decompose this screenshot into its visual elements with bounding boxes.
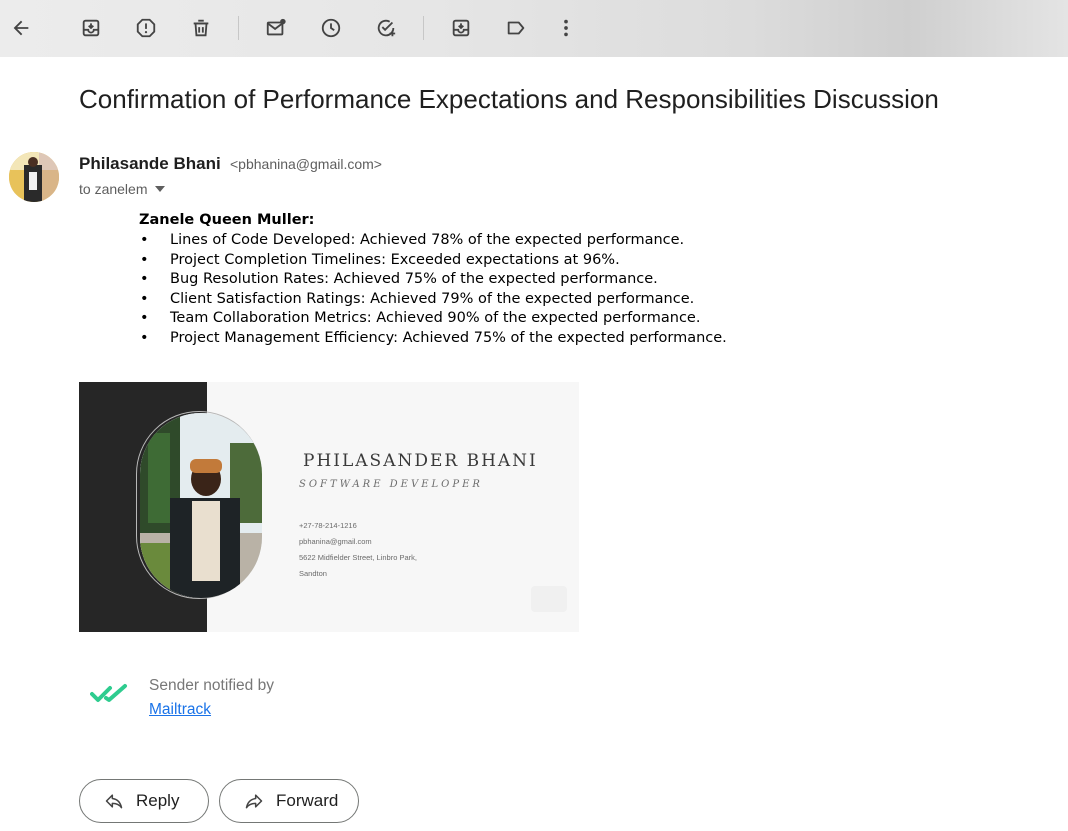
bullet-point: • xyxy=(140,290,149,307)
list-item: • Client Satisfaction Ratings: Achieved 7… xyxy=(139,290,727,310)
message-toolbar xyxy=(0,0,1068,57)
toolbar-divider xyxy=(423,16,424,40)
back-arrow-icon[interactable] xyxy=(5,12,37,44)
list-item-text: Client Satisfaction Ratings: Achieved 79… xyxy=(170,290,695,307)
list-item: • Lines of Code Developed: Achieved 78% o… xyxy=(139,231,727,251)
move-to-icon[interactable] xyxy=(445,12,477,44)
email-body: Zanele Queen Muller: • Lines of Code Deve… xyxy=(139,212,727,349)
card-address-line1: 5622 Midfielder Street, Linbro Park, xyxy=(299,553,417,562)
list-item-text: Project Completion Timelines: Exceeded e… xyxy=(170,251,620,268)
bullet-point: • xyxy=(140,310,149,327)
sender-avatar[interactable] xyxy=(9,152,59,202)
add-task-icon[interactable] xyxy=(370,12,402,44)
label-icon[interactable] xyxy=(500,12,532,44)
bullet-point: • xyxy=(140,232,149,248)
performance-list: • Lines of Code Developed: Achieved 78% o… xyxy=(139,231,727,349)
sender-name[interactable]: Philasande Bhani xyxy=(79,154,221,174)
double-check-icon xyxy=(90,684,127,702)
toolbar-divider xyxy=(238,16,239,40)
body-heading: Zanele Queen Muller: xyxy=(139,212,315,228)
email-subject: Confirmation of Performance Expectations… xyxy=(79,84,939,114)
list-item-text: Project Management Efficiency: Achieved … xyxy=(170,329,727,346)
archive-icon[interactable] xyxy=(75,12,107,44)
mailtrack-notice: Sender notified by xyxy=(149,677,274,694)
bullet-point: • xyxy=(140,271,149,288)
card-address-line2: Sandton xyxy=(299,569,327,578)
sender-email: <pbhanina@gmail.com> xyxy=(230,156,382,172)
more-vert-icon[interactable] xyxy=(550,12,582,44)
card-portrait-photo xyxy=(140,413,262,598)
mark-unread-icon[interactable] xyxy=(260,12,292,44)
card-faint-mark xyxy=(531,586,567,612)
list-item-text: Lines of Code Developed: Achieved 78% of… xyxy=(170,232,685,248)
bullet-point: • xyxy=(140,251,149,268)
recipients-line: to zanelem xyxy=(79,181,166,197)
snooze-icon[interactable] xyxy=(315,12,347,44)
reply-icon xyxy=(105,794,123,809)
forward-icon xyxy=(245,794,263,809)
recipients-text: to zanelem xyxy=(79,181,148,197)
reply-button[interactable]: Reply xyxy=(79,779,209,823)
list-item-text: Team Collaboration Metrics: Achieved 90%… xyxy=(170,310,701,327)
card-phone: +27-78-214-1216 xyxy=(299,521,357,530)
list-item-text: Bug Resolution Rates: Achieved 75% of th… xyxy=(170,271,658,288)
list-item: • Project Completion Timelines: Exceeded … xyxy=(139,251,727,271)
business-card-image[interactable]: PHILASANDER BHANI SOFTWARE DEVELOPER +27… xyxy=(79,382,579,632)
card-email: pbhanina@gmail.com xyxy=(299,537,372,546)
forward-button[interactable]: Forward xyxy=(219,779,359,823)
report-spam-icon[interactable] xyxy=(130,12,162,44)
delete-icon[interactable] xyxy=(185,12,217,44)
forward-label: Forward xyxy=(276,791,339,810)
recipient-details-caret-icon[interactable] xyxy=(155,186,166,192)
reply-label: Reply xyxy=(136,791,180,810)
bullet-point: • xyxy=(140,329,149,346)
list-item: • Project Management Efficiency: Achieved… xyxy=(139,329,727,349)
list-item: • Team Collaboration Metrics: Achieved 90… xyxy=(139,309,727,329)
list-item: • Bug Resolution Rates: Achieved 75% of t… xyxy=(139,270,727,290)
card-role: SOFTWARE DEVELOPER xyxy=(299,479,483,490)
card-name: PHILASANDER BHANI xyxy=(303,451,538,471)
mailtrack-link[interactable]: Mailtrack xyxy=(149,701,211,719)
